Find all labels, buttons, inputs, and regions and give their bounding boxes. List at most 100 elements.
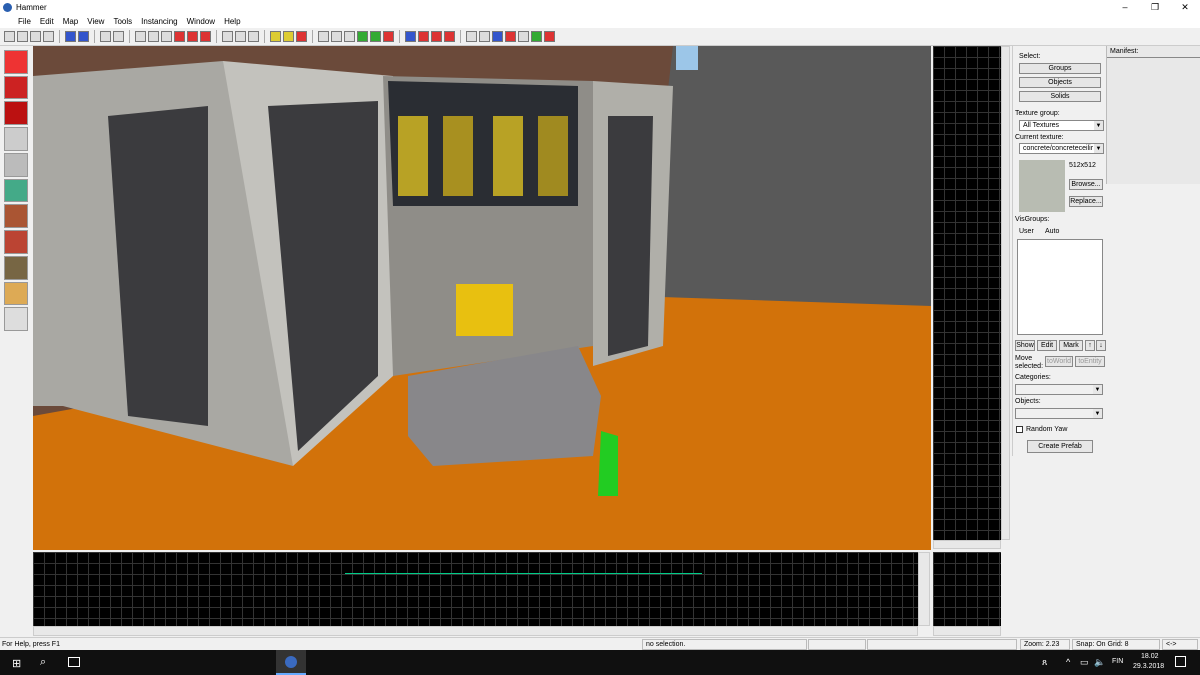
selection-tool[interactable]: [4, 50, 28, 74]
clock-date[interactable]: 29.3.2018: [1133, 663, 1164, 670]
texture-preview[interactable]: [1019, 160, 1065, 212]
copy-button[interactable]: [235, 31, 246, 42]
wireframe-button[interactable]: [466, 31, 477, 42]
hammer-taskbar-button[interactable]: [276, 650, 306, 675]
menu-map[interactable]: Map: [63, 17, 79, 26]
top-view-horizontal-scrollbar[interactable]: [33, 626, 918, 636]
texture-application-tool[interactable]: [4, 178, 28, 203]
entity-tool[interactable]: [4, 127, 28, 151]
decal-tool[interactable]: [4, 230, 28, 254]
check-problems-button[interactable]: [370, 31, 381, 42]
viewport-2d-front[interactable]: [933, 552, 1001, 626]
ungroup-button[interactable]: [78, 31, 89, 42]
grid-toggle-button[interactable]: [4, 31, 15, 42]
viewport-2d-side[interactable]: [933, 46, 1001, 540]
textured-button[interactable]: [492, 31, 503, 42]
viewport-2d-top[interactable]: [33, 552, 918, 626]
menu-window[interactable]: Window: [187, 17, 215, 26]
snap-button[interactable]: [331, 31, 342, 42]
network-icon[interactable]: ▭: [1080, 657, 1089, 668]
task-view-icon[interactable]: [68, 657, 80, 667]
windows-start-icon[interactable]: ⊞: [12, 657, 21, 670]
mode-button[interactable]: [544, 31, 555, 42]
carve-button[interactable]: [135, 31, 146, 42]
area-portals-button[interactable]: [283, 31, 294, 42]
vertex-tool[interactable]: [4, 307, 28, 332]
group-button[interactable]: [65, 31, 76, 42]
mark-button[interactable]: Mark: [1059, 340, 1083, 351]
sound-button[interactable]: [531, 31, 542, 42]
cordon-toggle-button[interactable]: [270, 31, 281, 42]
groups-button[interactable]: Groups: [1019, 63, 1101, 74]
helper-button[interactable]: [431, 31, 442, 42]
viewport-3d[interactable]: [33, 46, 931, 550]
select-box-button[interactable]: [318, 31, 329, 42]
tab-auto[interactable]: Auto: [1045, 228, 1059, 235]
categories-select[interactable]: ▼: [1015, 384, 1103, 395]
texture-app-button[interactable]: [344, 31, 355, 42]
block-tool[interactable]: [4, 152, 28, 177]
edit-button[interactable]: Edit: [1037, 340, 1057, 351]
move-down-button[interactable]: ↓: [1096, 340, 1106, 351]
cut-button[interactable]: [222, 31, 233, 42]
notifications-icon[interactable]: [1175, 656, 1186, 667]
to-entity-button[interactable]: toEntity: [1075, 356, 1105, 367]
visgroups-list[interactable]: [1017, 239, 1103, 335]
redo-button[interactable]: [113, 31, 124, 42]
menu-view[interactable]: View: [87, 17, 104, 26]
grid-3d-button[interactable]: [43, 31, 54, 42]
clock-time[interactable]: 18.02: [1141, 653, 1159, 660]
top-view-vertical-scrollbar[interactable]: [918, 552, 930, 626]
display-button[interactable]: [418, 31, 429, 42]
replace-button[interactable]: Replace...: [1069, 196, 1103, 207]
create-prefab-button[interactable]: Create Prefab: [1027, 440, 1093, 453]
show-button[interactable]: [187, 31, 198, 42]
side-view-vertical-scrollbar[interactable]: [1001, 46, 1010, 540]
lighting-button[interactable]: [444, 31, 455, 42]
show-hidden-icons-icon[interactable]: ^: [1066, 657, 1070, 667]
tab-user[interactable]: User: [1019, 228, 1034, 235]
maximize-button[interactable]: ❐: [1140, 0, 1170, 14]
minimize-button[interactable]: –: [1110, 0, 1140, 14]
objects-button[interactable]: Objects: [1019, 77, 1101, 88]
apply-texture-tool[interactable]: [4, 204, 28, 229]
texture-group-select[interactable]: All Textures ▼: [1019, 120, 1104, 131]
model-button[interactable]: [383, 31, 394, 42]
language-indicator[interactable]: FIN: [1112, 658, 1123, 665]
move-up-button[interactable]: ↑: [1085, 340, 1095, 351]
grid-larger-button[interactable]: [30, 31, 41, 42]
menu-tools[interactable]: Tools: [113, 17, 132, 26]
random-yaw-checkbox[interactable]: [1016, 426, 1023, 433]
people-icon[interactable]: ጸ: [1042, 657, 1047, 668]
close-button[interactable]: ✕: [1170, 0, 1200, 14]
search-icon[interactable]: ⌕: [40, 656, 46, 669]
overlay-tool[interactable]: [4, 255, 28, 280]
side-view-horizontal-scrollbar[interactable]: [933, 540, 1001, 549]
menu-instancing[interactable]: Instancing: [141, 17, 177, 26]
cubemap-button[interactable]: [518, 31, 529, 42]
entity-report-button[interactable]: [357, 31, 368, 42]
menu-edit[interactable]: Edit: [40, 17, 54, 26]
show-button[interactable]: Show: [1015, 340, 1035, 351]
current-texture-select[interactable]: concrete/concreteceilir ▼: [1019, 143, 1104, 154]
run-map-button[interactable]: [296, 31, 307, 42]
volume-icon[interactable]: 🔈: [1094, 657, 1105, 668]
paste-button[interactable]: [248, 31, 259, 42]
to-world-button[interactable]: toWorld: [1045, 356, 1073, 367]
menu-file[interactable]: File: [18, 17, 31, 26]
hide-button[interactable]: [174, 31, 185, 42]
polygon-button[interactable]: [479, 31, 490, 42]
grid-smaller-button[interactable]: [17, 31, 28, 42]
lightmap-button[interactable]: [505, 31, 516, 42]
menu-help[interactable]: Help: [224, 17, 240, 26]
undo-button[interactable]: [100, 31, 111, 42]
cordon-button[interactable]: [200, 31, 211, 42]
objects-select[interactable]: ▼: [1015, 408, 1103, 419]
solids-button[interactable]: Solids: [1019, 91, 1101, 102]
front-view-scrollbar[interactable]: [933, 626, 1001, 636]
clipping-tool[interactable]: [4, 281, 28, 306]
camera-tool[interactable]: [4, 101, 28, 126]
texture-lock-button[interactable]: [161, 31, 172, 42]
hollow-button[interactable]: [148, 31, 159, 42]
magnify-tool[interactable]: [4, 75, 28, 100]
